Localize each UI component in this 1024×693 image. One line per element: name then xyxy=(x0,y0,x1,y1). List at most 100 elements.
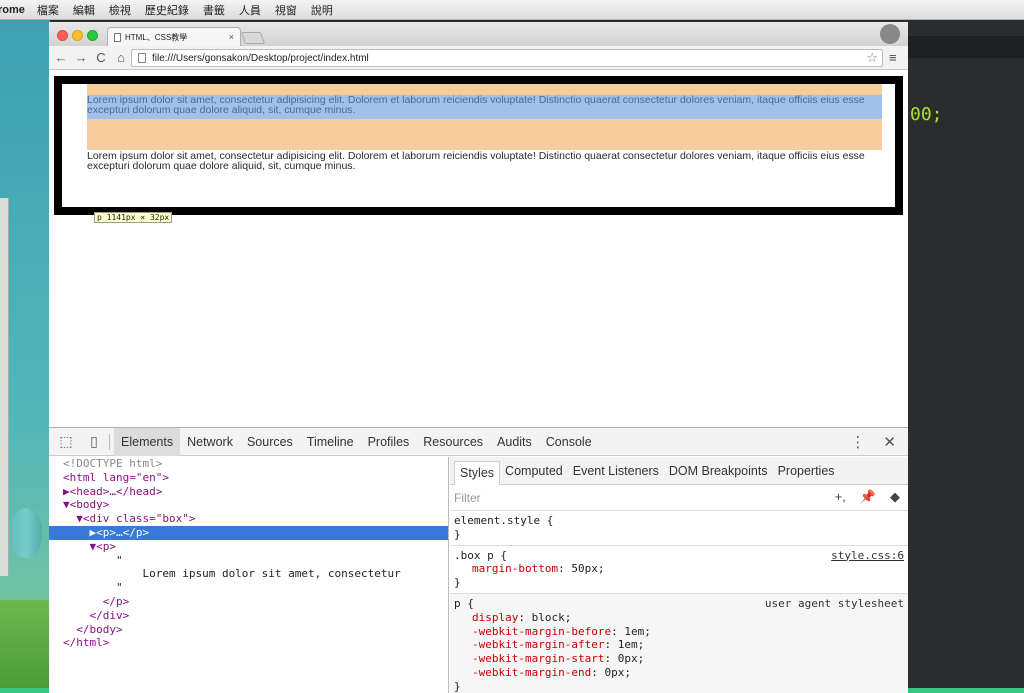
property-name: margin-bottom xyxy=(472,562,559,576)
browser-toolbar: ← → C ⌂ file:///Users/gonsakon/Desktop/p… xyxy=(49,46,908,70)
title-bar: HTML、CSS教學 × xyxy=(49,22,908,47)
browser-window: HTML、CSS教學 × ← → C ⌂ file:///Users/gonsa… xyxy=(49,22,908,693)
back-icon[interactable]: ← xyxy=(53,50,69,65)
dom-line[interactable]: </body> xyxy=(49,623,448,637)
close-window-button[interactable] xyxy=(57,30,68,41)
property-value: 1em; xyxy=(624,624,651,638)
dom-line-selected[interactable]: ▶<p>…</p> xyxy=(49,525,448,540)
bookmark-star-icon[interactable]: ☆ xyxy=(866,50,878,66)
grass-graphic xyxy=(0,600,50,693)
property-name: display xyxy=(472,610,519,624)
dom-line[interactable]: " xyxy=(49,581,448,595)
page-icon xyxy=(114,33,121,42)
paragraph-1: Lorem ipsum dolor sit amet, consectetur … xyxy=(87,94,865,116)
tab-computed[interactable]: Computed xyxy=(500,457,568,485)
tab-network[interactable]: Network xyxy=(180,428,240,456)
rule-source-link[interactable]: style.css:6 xyxy=(831,549,904,563)
tab-styles[interactable]: Styles xyxy=(454,460,501,485)
dom-tree: <!DOCTYPE html> <html lang="en"> ▶<head>… xyxy=(49,457,449,693)
divider xyxy=(109,433,110,450)
forward-icon[interactable]: → xyxy=(73,50,89,65)
dom-line[interactable]: Lorem ipsum dolor sit amet, consectetur xyxy=(49,567,448,581)
styles-pane: Styles Computed Event Listeners DOM Brea… xyxy=(450,457,908,693)
toggle-element-state-icon[interactable]: ◆ xyxy=(890,489,900,505)
menu-help[interactable]: 說明 xyxy=(311,2,333,18)
tab-console[interactable]: Console xyxy=(539,428,599,456)
profile-avatar-icon[interactable] xyxy=(880,24,900,44)
close-devtools-icon[interactable]: ✕ xyxy=(883,433,896,451)
browser-tab[interactable]: HTML、CSS教學 × xyxy=(107,27,241,47)
reload-icon[interactable]: C xyxy=(93,50,109,65)
rule-close: } xyxy=(454,576,461,590)
tab-audits[interactable]: Audits xyxy=(490,428,539,456)
new-tab-button[interactable] xyxy=(240,32,266,44)
menu-bookmarks[interactable]: 書籤 xyxy=(203,2,225,18)
filter-input[interactable]: Filter xyxy=(454,491,481,505)
menu-people[interactable]: 人員 xyxy=(239,2,261,18)
more-options-icon[interactable]: ⋮ xyxy=(850,433,865,451)
box-div: Lorem ipsum dolor sit amet, consectetur … xyxy=(54,76,903,223)
property-value: 0px; xyxy=(617,652,645,666)
property-value: 0px; xyxy=(604,665,631,679)
dom-line[interactable]: <!DOCTYPE html> xyxy=(49,457,448,471)
tab-event-listeners[interactable]: Event Listeners xyxy=(568,457,664,485)
balloon-graphic xyxy=(10,508,42,558)
property-name: -webkit-margin-start xyxy=(472,652,605,666)
property-name: -webkit-margin-end xyxy=(472,665,592,679)
paragraph-2: Lorem ipsum dolor sit amet, consectetur … xyxy=(87,150,865,172)
rule-close: } xyxy=(454,679,461,693)
inspect-element-icon[interactable]: ⬚ xyxy=(55,433,77,450)
desktop-side-panel xyxy=(0,198,9,576)
dom-line[interactable]: ▶<head>…</head> xyxy=(49,485,448,499)
address-bar[interactable]: file:///Users/gonsakon/Desktop/project/i… xyxy=(131,49,883,67)
new-style-rule-icon[interactable]: +, xyxy=(835,489,846,505)
filter-tools: +, 📌 ◆ xyxy=(835,489,900,505)
menu-file[interactable]: 檔案 xyxy=(37,2,59,18)
tab-elements[interactable]: Elements xyxy=(114,427,181,456)
dom-line[interactable]: </div> xyxy=(49,609,448,623)
page-viewport: Lorem ipsum dolor sit amet, consectetur … xyxy=(49,71,908,427)
zoom-window-button[interactable] xyxy=(87,30,98,41)
app-menu[interactable]: rome xyxy=(0,4,25,16)
editor-code-text: 00; xyxy=(910,104,943,125)
rule-close: } xyxy=(454,527,461,541)
rule-box-p: .box p { style.css:6 margin-bottom: 50px… xyxy=(450,546,908,594)
minimize-window-button[interactable] xyxy=(72,30,83,41)
dom-line[interactable]: </p> xyxy=(49,595,448,609)
mac-menubar: rome 檔案 編輯 檢視 歷史紀錄 書籤 人員 視窗 說明 xyxy=(0,0,1024,20)
tab-dom-breakpoints[interactable]: DOM Breakpoints xyxy=(664,457,773,485)
device-mode-icon[interactable]: ▯ xyxy=(83,433,105,450)
styles-filter[interactable]: Filter +, 📌 ◆ xyxy=(450,485,908,511)
tab-timeline[interactable]: Timeline xyxy=(300,428,361,456)
devtools-controls: ⋮ ✕ xyxy=(850,428,896,456)
dom-line[interactable]: </html> xyxy=(49,636,448,650)
menu-history[interactable]: 歷史紀錄 xyxy=(145,2,189,18)
editor-tab-bar xyxy=(908,36,1024,58)
menu-window[interactable]: 視窗 xyxy=(275,2,297,18)
menu-view[interactable]: 檢視 xyxy=(109,2,131,18)
dom-line[interactable]: ▼<p> xyxy=(49,540,448,554)
rule-source: user agent stylesheet xyxy=(764,596,904,610)
property-name: -webkit-margin-after xyxy=(472,638,605,652)
pin-icon[interactable]: 📌 xyxy=(860,489,876,505)
css-property: -webkit-margin-before: 1em; xyxy=(472,624,651,638)
css-property[interactable]: margin-bottom: 50px; xyxy=(454,562,904,576)
close-tab-icon[interactable]: × xyxy=(229,32,234,42)
styles-tab-bar: Styles Computed Event Listeners DOM Brea… xyxy=(450,457,908,485)
tab-sources[interactable]: Sources xyxy=(240,428,300,456)
property-value: block; xyxy=(531,610,572,624)
css-property: -webkit-margin-start: 0px; xyxy=(472,652,645,666)
menu-icon[interactable]: ≡ xyxy=(889,50,897,65)
css-property: -webkit-margin-end: 0px; xyxy=(472,665,631,679)
tab-resources[interactable]: Resources xyxy=(416,428,490,456)
rule-selector[interactable]: element.style { xyxy=(454,514,904,528)
menu-edit[interactable]: 編輯 xyxy=(73,2,95,18)
dom-line[interactable]: " xyxy=(49,554,448,568)
tab-properties[interactable]: Properties xyxy=(773,457,840,485)
dom-line[interactable]: <html lang="en"> xyxy=(49,471,448,485)
dom-line[interactable]: ▼<div class="box"> xyxy=(49,512,448,526)
home-icon[interactable]: ⌂ xyxy=(113,50,129,65)
dom-line[interactable]: ▼<body> xyxy=(49,498,448,512)
property-name: -webkit-margin-before xyxy=(472,624,612,638)
tab-profiles[interactable]: Profiles xyxy=(361,428,417,456)
